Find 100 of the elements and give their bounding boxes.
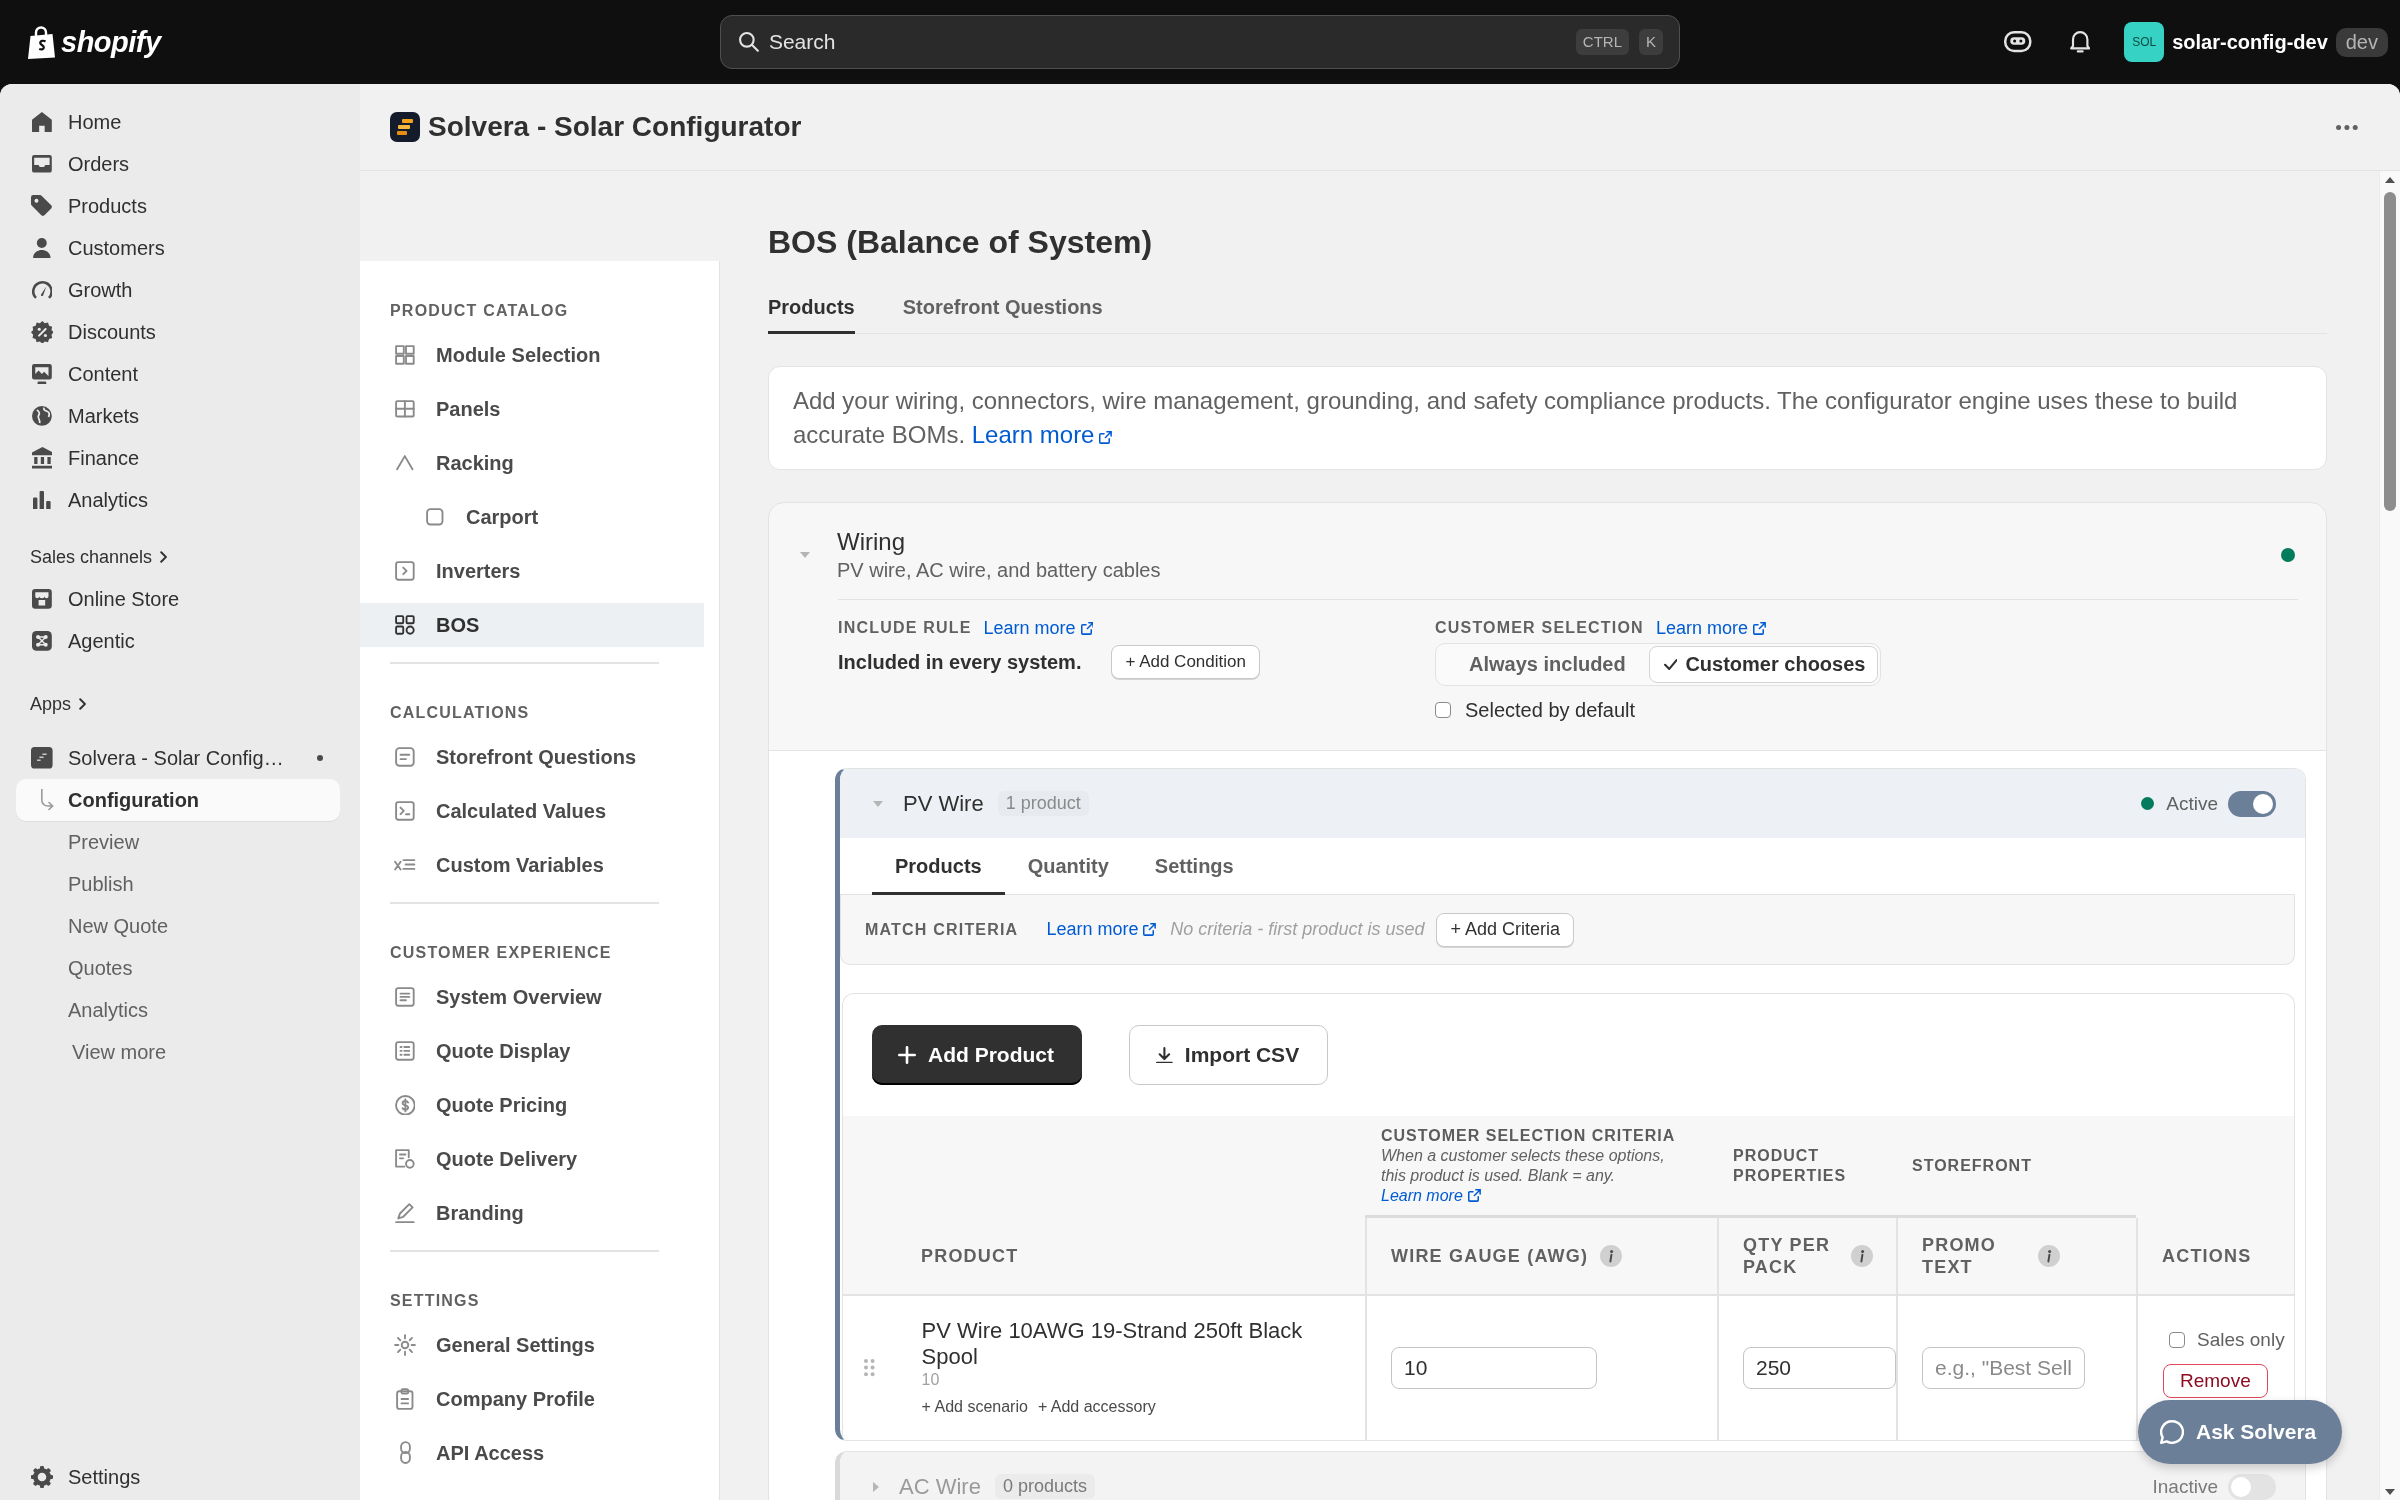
- checkbox[interactable]: [2169, 1332, 2185, 1348]
- globe-icon: [32, 406, 52, 426]
- percent-badge-icon: [30, 320, 54, 344]
- logo-text: shopify: [61, 25, 161, 59]
- nav-item[interactable]: Solvera - Solar Config…: [16, 737, 340, 779]
- scrollbar-thumb[interactable]: [2384, 192, 2396, 511]
- tab[interactable]: Settings: [1131, 838, 1257, 895]
- nav-subitem[interactable]: Publish: [16, 863, 340, 905]
- nav-item[interactable]: Company Profile: [360, 1377, 704, 1421]
- remove-button[interactable]: Remove: [2163, 1364, 2268, 1398]
- list-icon: [395, 1041, 415, 1061]
- nav-item[interactable]: Panels: [360, 387, 704, 431]
- nav-item[interactable]: Online Store: [16, 578, 340, 620]
- add-condition-button[interactable]: + Add Condition: [1111, 645, 1260, 679]
- caret-up-icon[interactable]: [2385, 177, 2395, 183]
- nav-subitem[interactable]: Configuration: [16, 779, 340, 821]
- nav-item[interactable]: Markets: [16, 395, 340, 437]
- search-input[interactable]: Search: [768, 27, 1566, 57]
- nav-item[interactable]: Content: [16, 353, 340, 395]
- nav-item[interactable]: Growth: [16, 269, 340, 311]
- chevron-up-icon: [396, 455, 414, 471]
- bell-icon[interactable]: [2069, 31, 2091, 53]
- nav-item[interactable]: Finance: [16, 437, 340, 479]
- input-field[interactable]: 250: [1743, 1347, 1896, 1389]
- toggle-switch[interactable]: [2228, 790, 2276, 817]
- add-product-button[interactable]: Add Product: [872, 1025, 1082, 1085]
- nav-subitem[interactable]: New Quote: [16, 905, 340, 947]
- more-icon[interactable]: [2336, 124, 2358, 130]
- nav-item[interactable]: Storefront Questions: [360, 735, 704, 779]
- category-title: Wiring: [837, 527, 905, 557]
- store-name[interactable]: solar-config-dev: [2172, 30, 2328, 54]
- status-dot-icon: [2141, 797, 2155, 810]
- nav-item[interactable]: Quote Delivery: [360, 1137, 704, 1181]
- column-group-label: CUSTOMER SELECTION CRITERIA: [1381, 1125, 1676, 1146]
- nav-item[interactable]: Products: [16, 185, 340, 227]
- nav-item[interactable]: Module Selection: [360, 333, 704, 377]
- nav-item[interactable]: Agentic: [16, 620, 340, 662]
- download-icon: [1156, 1046, 1173, 1064]
- nav-item[interactable]: Settings: [16, 1456, 340, 1498]
- app-title: Solvera - Solar Configurator: [428, 111, 802, 143]
- product-sku: 10: [921, 1370, 941, 1390]
- learn-more-link[interactable]: Learn more: [1381, 1186, 1481, 1204]
- learn-more-link[interactable]: Learn more: [983, 617, 1094, 639]
- nav-item[interactable]: Inverters: [360, 549, 704, 593]
- nav-item[interactable]: System Overview: [360, 975, 704, 1019]
- nav-item[interactable]: Branding: [360, 1191, 704, 1235]
- robot-icon[interactable]: [2004, 31, 2032, 53]
- external-link-icon: [1752, 622, 1766, 635]
- nav-item[interactable]: Carport: [360, 495, 704, 539]
- nav-item[interactable]: General Settings: [360, 1323, 704, 1367]
- search-bar[interactable]: Search CTRL K: [720, 15, 1680, 69]
- segment-option[interactable]: Customer chooses: [1648, 646, 1879, 683]
- row-action-link[interactable]: + Add scenario: [921, 1396, 1028, 1418]
- nav-item[interactable]: BOS: [360, 603, 704, 647]
- nav-subitem[interactable]: Quotes: [16, 947, 340, 989]
- environment-badge: dev: [2335, 27, 2388, 57]
- product-name: PV Wire 10AWG 19-Strand 250ft Black Spool: [921, 1318, 1304, 1370]
- external-link-icon: [1099, 431, 1113, 444]
- section-link[interactable]: Apps: [30, 689, 87, 719]
- segment-option[interactable]: Always included: [1438, 646, 1649, 683]
- input-field[interactable]: 10: [1391, 1347, 1597, 1389]
- section-heading: CUSTOMER EXPERIENCE: [390, 943, 612, 963]
- nav-item[interactable]: Home: [16, 101, 340, 143]
- tab[interactable]: Quantity: [1004, 838, 1132, 895]
- nav-item[interactable]: Calculated Values: [360, 789, 704, 833]
- row-action-link[interactable]: + Add accessory: [1037, 1396, 1156, 1418]
- learn-more-link[interactable]: Learn more: [1046, 919, 1157, 940]
- external-link-icon: [1143, 923, 1157, 936]
- learn-more-link[interactable]: Learn more: [971, 421, 1113, 448]
- tab[interactable]: Products: [768, 284, 855, 334]
- input-field[interactable]: e.g., "Best Sell: [1922, 1347, 2085, 1389]
- nav-item[interactable]: API Access: [360, 1431, 704, 1475]
- category-subtitle: PV wire, AC wire, and battery cables: [837, 558, 1161, 583]
- view-more-link[interactable]: View more: [16, 1031, 340, 1073]
- section-link[interactable]: Sales channels: [30, 542, 168, 572]
- nav-item[interactable]: Quote Display: [360, 1029, 704, 1073]
- plus-icon: [898, 1046, 916, 1064]
- caret-down-icon[interactable]: [2385, 1489, 2395, 1495]
- caret-right-icon[interactable]: [873, 1481, 879, 1492]
- tab[interactable]: Storefront Questions: [902, 284, 1103, 334]
- inbox-icon: [32, 155, 52, 173]
- toggle-switch[interactable]: [2228, 1473, 2276, 1500]
- nav-item[interactable]: Quote Pricing: [360, 1083, 704, 1127]
- import-button[interactable]: Import CSV: [1129, 1025, 1329, 1085]
- checkbox-label: Sales only: [2197, 1329, 2285, 1351]
- checkbox[interactable]: [1435, 702, 1451, 718]
- drag-handle-icon[interactable]: [864, 1359, 875, 1377]
- add-criteria-button[interactable]: + Add Criteria: [1436, 912, 1574, 947]
- column-header: WIRE GAUGE (AWG): [1391, 1245, 1589, 1267]
- nav-item[interactable]: Orders: [16, 143, 340, 185]
- nav-item[interactable]: Custom Variables: [360, 843, 704, 887]
- nav-subitem[interactable]: Analytics: [16, 989, 340, 1031]
- nav-item[interactable]: Discounts: [16, 311, 340, 353]
- nav-item[interactable]: Analytics: [16, 479, 340, 521]
- learn-more-link[interactable]: Learn more: [1655, 617, 1766, 639]
- ask-assistant-button[interactable]: Ask Solvera: [2138, 1400, 2343, 1464]
- nav-item[interactable]: Racking: [360, 441, 704, 485]
- nav-subitem[interactable]: Preview: [16, 821, 340, 863]
- product-count-badge: 0 products: [994, 1474, 1095, 1499]
- nav-item[interactable]: Customers: [16, 227, 340, 269]
